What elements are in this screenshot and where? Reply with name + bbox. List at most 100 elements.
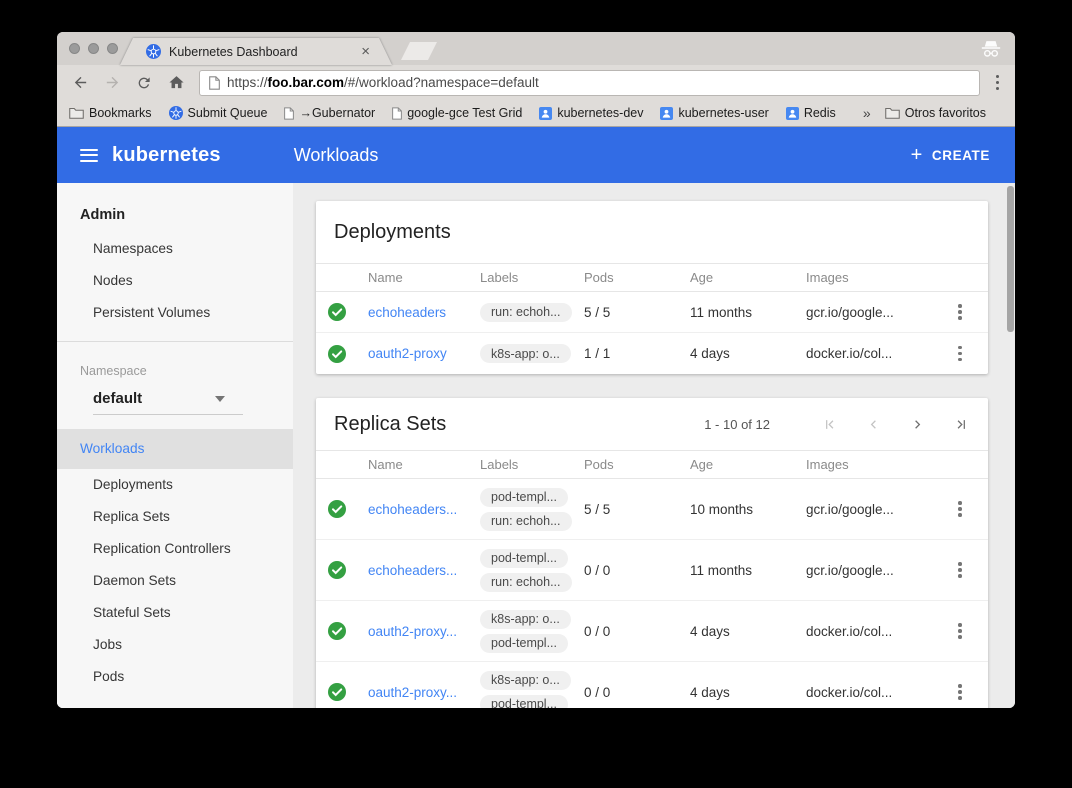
zoom-window-button[interactable] <box>107 43 118 54</box>
bookmark-label: →Gubernator <box>299 106 375 120</box>
row-menu-button[interactable] <box>953 557 967 583</box>
column-header-labels: Labels <box>480 270 584 285</box>
sidebar-item-persistent-volumes[interactable]: Persistent Volumes <box>57 297 293 329</box>
label-chip: run: echoh... <box>480 573 572 592</box>
age-cell: 4 days <box>690 685 806 700</box>
sidebar-item-daemon-sets[interactable]: Daemon Sets <box>57 565 293 597</box>
column-header-pods: Pods <box>584 457 690 472</box>
first-page-icon <box>820 415 838 433</box>
tab-title: Kubernetes Dashboard <box>169 45 298 59</box>
browser-tab[interactable]: Kubernetes Dashboard × <box>120 38 392 65</box>
browser-window: Kubernetes Dashboard × https://foo.bar.c… <box>57 32 1015 708</box>
table-header-row: NameLabelsPodsAgeImages <box>316 263 988 292</box>
kubernetes-logo[interactable]: kubernetes <box>112 144 221 167</box>
label-chip: run: echoh... <box>480 303 572 322</box>
bookmark-google-gce-test-grid[interactable]: google-gce Test Grid <box>392 106 522 120</box>
images-cell: docker.io/col... <box>806 685 932 700</box>
sidebar-item-pods[interactable]: Pods <box>57 661 293 693</box>
row-menu-button[interactable] <box>953 341 967 367</box>
page-scrollbar[interactable] <box>1007 186 1014 332</box>
resource-link[interactable]: echoheaders... <box>368 502 457 517</box>
bookmark-label: Submit Queue <box>188 106 268 120</box>
bookmark-redis[interactable]: Redis <box>786 106 836 120</box>
bookmark-kubernetes-dev[interactable]: kubernetes-dev <box>539 106 643 120</box>
back-button[interactable] <box>67 70 93 96</box>
reload-button[interactable] <box>131 70 157 96</box>
page-icon <box>209 76 220 90</box>
url-path: /#/workload?namespace=default <box>344 75 539 90</box>
bookmark-submit-queue[interactable]: Submit Queue <box>169 106 268 120</box>
url-scheme: https:// <box>227 75 268 90</box>
new-tab-button[interactable] <box>401 42 437 60</box>
row-menu-button[interactable] <box>953 618 967 644</box>
age-cell: 10 months <box>690 502 806 517</box>
resource-link[interactable]: oauth2-proxy <box>368 346 447 361</box>
folder-icon <box>885 107 900 119</box>
bookmark-bookmarks[interactable]: Bookmarks <box>69 106 152 120</box>
sidebar-item-replica-sets[interactable]: Replica Sets <box>57 501 293 533</box>
sidebar-item-admin[interactable]: Admin <box>57 197 293 233</box>
age-cell: 11 months <box>690 305 806 320</box>
age-cell: 4 days <box>690 346 806 361</box>
sidebar-item-nodes[interactable]: Nodes <box>57 265 293 297</box>
resource-link[interactable]: echoheaders <box>368 305 446 320</box>
previous-page-icon <box>864 415 882 433</box>
pods-cell: 5 / 5 <box>584 305 690 320</box>
sidebar-item-namespaces[interactable]: Namespaces <box>57 233 293 265</box>
row-menu-button[interactable] <box>953 679 967 705</box>
namespace-select[interactable]: default <box>93 390 243 415</box>
address-bar[interactable]: https://foo.bar.com/#/workload?namespace… <box>199 70 980 96</box>
images-cell: docker.io/col... <box>806 346 932 361</box>
row-menu-button[interactable] <box>953 299 967 325</box>
resource-link[interactable]: oauth2-proxy... <box>368 624 457 639</box>
page-icon <box>284 107 294 120</box>
pagination: 1 - 10 of 12 <box>704 415 970 433</box>
sidebar-item-workloads[interactable]: Workloads <box>57 429 293 469</box>
groups-icon <box>786 107 799 120</box>
label-chip: k8s-app: o... <box>480 671 571 690</box>
resource-link[interactable]: oauth2-proxy... <box>368 685 457 700</box>
label-chip: k8s-app: o... <box>480 344 571 363</box>
pods-cell: 1 / 1 <box>584 346 690 361</box>
tab-close-icon[interactable]: × <box>361 44 370 59</box>
next-page-icon[interactable] <box>908 415 926 433</box>
deployments-card: Deployments NameLabelsPodsAgeImages echo… <box>316 201 988 374</box>
resource-link[interactable]: echoheaders... <box>368 563 457 578</box>
pagination-range-label: 1 - 10 of 12 <box>704 417 770 432</box>
label-chip: pod-templ... <box>480 488 568 507</box>
namespace-label: Namespace <box>57 354 293 378</box>
sidebar-item-replication-controllers[interactable]: Replication Controllers <box>57 533 293 565</box>
hamburger-menu-icon[interactable] <box>80 149 98 162</box>
bookmark-gubernator[interactable]: →Gubernator <box>284 106 375 120</box>
sidebar-item-jobs[interactable]: Jobs <box>57 629 293 661</box>
last-page-icon[interactable] <box>952 415 970 433</box>
sidebar-item-deployments[interactable]: Deployments <box>57 469 293 501</box>
sidebar-item-stateful-sets[interactable]: Stateful Sets <box>57 597 293 629</box>
k8s-icon <box>169 106 183 120</box>
browser-titlebar: Kubernetes Dashboard × <box>57 32 1015 65</box>
label-chip: run: echoh... <box>480 512 572 531</box>
bookmarks-overflow-chevron[interactable]: » <box>863 105 871 121</box>
pods-cell: 0 / 0 <box>584 563 690 578</box>
status-ok-icon <box>328 500 346 518</box>
column-header-name: Name <box>368 457 480 472</box>
groups-icon <box>539 107 552 120</box>
home-button[interactable] <box>163 70 189 96</box>
browser-menu-button[interactable] <box>990 69 1006 97</box>
browser-toolbar: https://foo.bar.com/#/workload?namespace… <box>57 65 1015 100</box>
chevron-down-icon <box>215 396 225 402</box>
create-button[interactable]: + CREATE <box>911 145 990 165</box>
images-cell: gcr.io/google... <box>806 305 932 320</box>
label-chip: pod-templ... <box>480 634 568 653</box>
table-row: oauth2-proxy... k8s-app: o...pod-templ..… <box>316 601 988 662</box>
column-header-age: Age <box>690 270 806 285</box>
bookmark-otros-favoritos[interactable]: Otros favoritos <box>885 106 986 120</box>
table-row: oauth2-proxy k8s-app: o... 1 / 1 4 days … <box>316 333 988 374</box>
card-title: Replica Sets <box>334 413 446 436</box>
bookmark-kubernetes-user[interactable]: kubernetes-user <box>660 106 768 120</box>
close-window-button[interactable] <box>69 43 80 54</box>
status-ok-icon <box>328 683 346 701</box>
sidebar-divider <box>57 341 293 342</box>
minimize-window-button[interactable] <box>88 43 99 54</box>
row-menu-button[interactable] <box>953 496 967 522</box>
